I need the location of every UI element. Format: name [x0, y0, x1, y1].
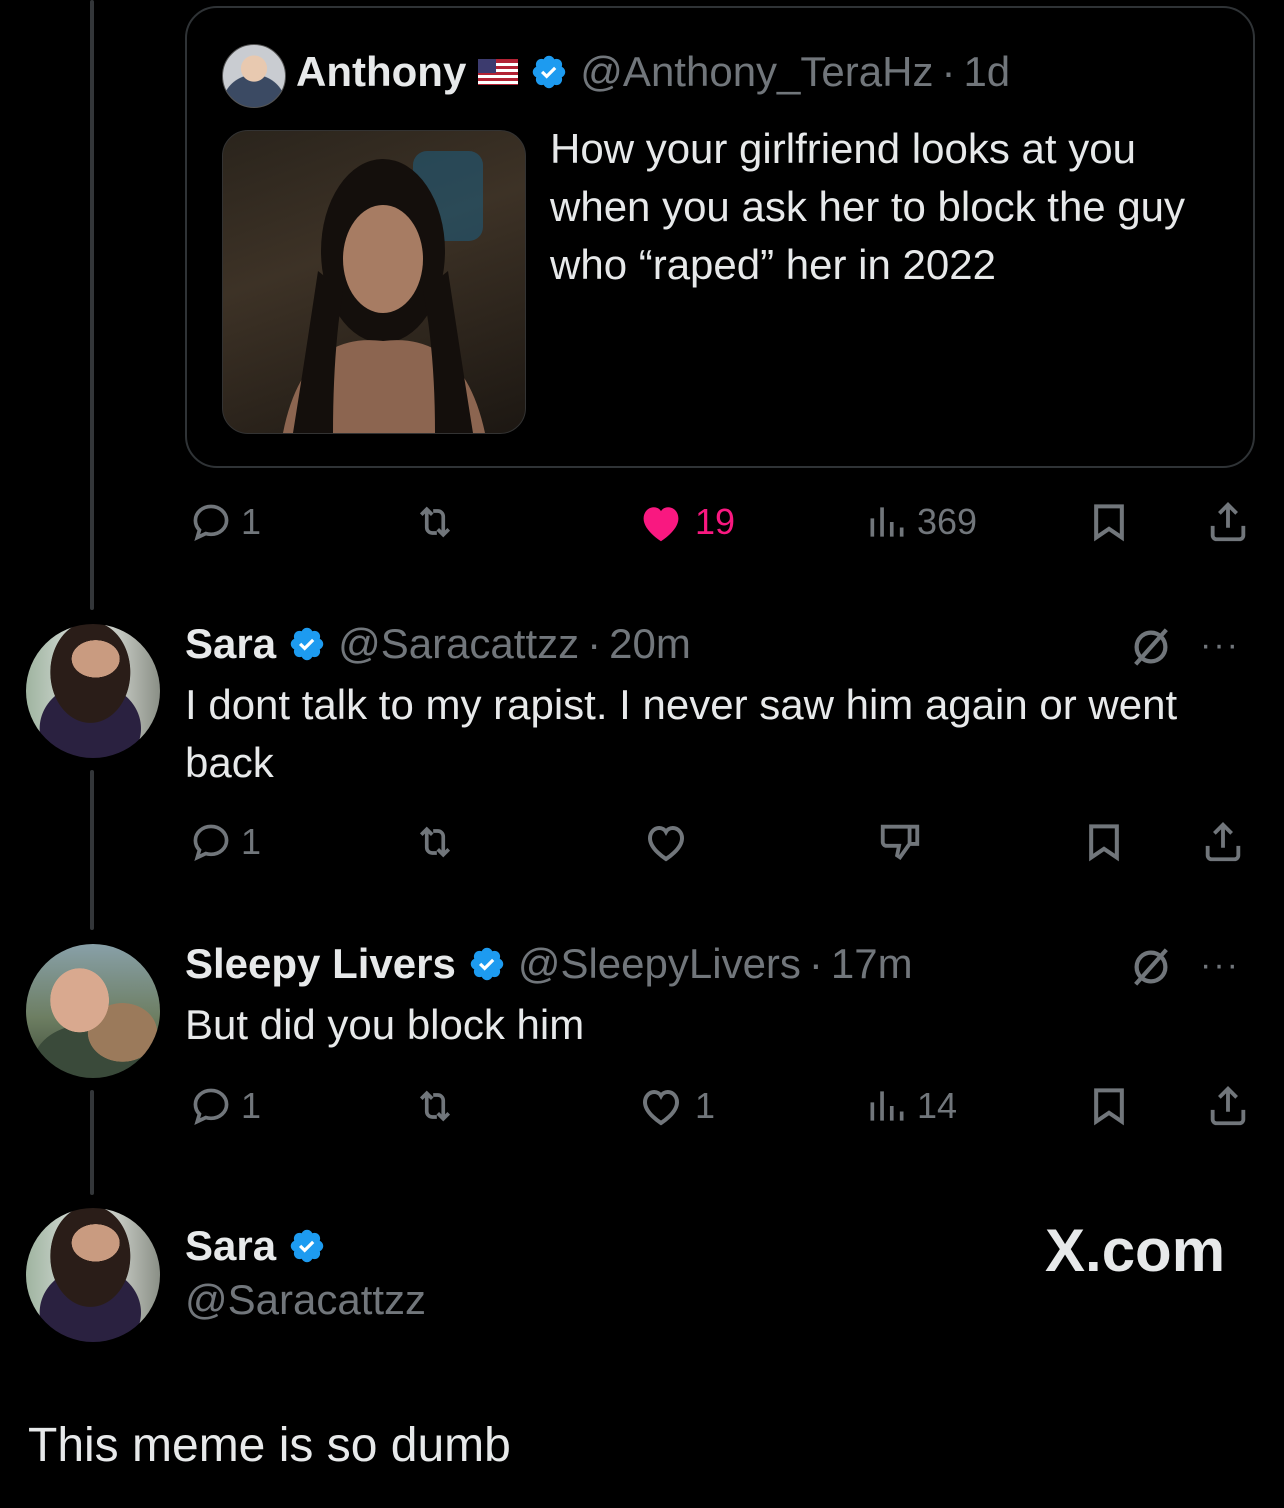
author-handle[interactable]: @Anthony_TeraHz	[580, 48, 933, 96]
like-button[interactable]	[640, 812, 692, 872]
separator-dot: ·	[587, 620, 602, 667]
avatar[interactable]	[26, 624, 160, 758]
tweet-text: I dont talk to my rapist. I never saw hi…	[185, 681, 1178, 786]
tweet-text: But did you block him	[185, 1001, 585, 1048]
reply-icon	[193, 504, 229, 542]
meme-image[interactable]	[222, 130, 526, 434]
views-count: 369	[917, 501, 978, 542]
like-button[interactable]: 19	[635, 492, 735, 552]
bookmark-button[interactable]	[1087, 1076, 1131, 1136]
repost-icon	[419, 1090, 451, 1122]
author-handle[interactable]: @SleepyLivers	[518, 940, 801, 988]
share-button[interactable]	[1200, 812, 1246, 872]
repost-icon	[419, 826, 451, 858]
repost-icon	[419, 506, 451, 538]
grok-icon[interactable]	[1128, 624, 1174, 670]
avatar[interactable]	[222, 44, 286, 108]
views-chart-icon	[870, 507, 904, 537]
views-button[interactable]: 14	[865, 1076, 957, 1136]
repost-button[interactable]	[410, 492, 460, 552]
author-handle[interactable]: @Saracattzz	[185, 1276, 426, 1324]
share-icon	[1205, 822, 1241, 862]
quoted-tweet-header: Anthony @Anthony_TeraHz · 1d	[296, 48, 1010, 96]
tweet-action-bar: 1	[185, 812, 1260, 872]
timestamp[interactable]: 1d	[963, 48, 1010, 96]
quoted-tweet-text: How your girlfriend looks at you when yo…	[550, 125, 1186, 288]
verified-badge-icon	[533, 55, 566, 89]
bookmark-icon	[1094, 1088, 1124, 1126]
reply-button[interactable]: 1	[189, 492, 261, 552]
views-chart-icon	[870, 1091, 904, 1121]
share-icon	[1210, 1086, 1246, 1126]
reply-button[interactable]: 1	[189, 812, 261, 872]
author-handle[interactable]: @Saracattzz	[338, 620, 579, 668]
repost-button[interactable]	[410, 812, 460, 872]
like-button[interactable]: 1	[635, 1076, 715, 1136]
heart-filled-icon	[643, 507, 679, 542]
bookmark-icon	[1089, 824, 1119, 862]
thread-line	[90, 770, 94, 930]
avatar[interactable]	[26, 1208, 160, 1342]
site-watermark: X.com	[1045, 1217, 1226, 1284]
more-options-icon[interactable]: ···	[1200, 626, 1240, 665]
meme-photo	[283, 151, 485, 433]
tweet-action-bar: 1 1 14	[185, 1076, 1260, 1136]
author-name[interactable]: Sara	[185, 620, 276, 668]
share-icon	[1210, 502, 1246, 542]
heart-icon	[647, 825, 685, 862]
author-name[interactable]: Anthony	[296, 48, 466, 96]
author-name[interactable]: Sara	[185, 1222, 276, 1270]
reply-button[interactable]: 1	[189, 1076, 261, 1136]
reply-count: 1	[241, 1085, 262, 1126]
thumbs-down-icon	[880, 824, 920, 860]
share-button[interactable]	[1205, 492, 1251, 552]
like-count: 19	[695, 501, 736, 542]
separator-dot: ·	[808, 940, 823, 987]
downvote-button[interactable]	[875, 812, 925, 872]
avatar[interactable]	[26, 944, 160, 1078]
views-button[interactable]: 369	[865, 492, 977, 552]
heart-icon	[642, 1089, 680, 1126]
reply-count: 1	[241, 821, 262, 862]
timestamp[interactable]: 17m	[831, 940, 913, 988]
timestamp[interactable]: 20m	[609, 620, 691, 668]
verified-badge-icon	[470, 947, 504, 981]
bookmark-button[interactable]	[1087, 492, 1131, 552]
grok-icon[interactable]	[1128, 944, 1174, 990]
separator-dot: ·	[941, 48, 956, 95]
bookmark-icon	[1094, 504, 1124, 542]
tweet-header: Sara @Saracattzz · 20m	[185, 620, 691, 668]
post-text: This meme is so dumb	[28, 1419, 511, 1472]
verified-badge-icon	[290, 1229, 324, 1263]
reply-icon	[193, 824, 229, 862]
post-author-header: Sara	[185, 1222, 326, 1270]
verified-badge-icon	[290, 627, 324, 661]
reply-icon	[193, 1088, 229, 1126]
reply-count: 1	[241, 501, 262, 542]
thread-line	[90, 1090, 94, 1195]
repost-button[interactable]	[410, 1076, 460, 1136]
views-count: 14	[917, 1085, 958, 1126]
thread-line	[90, 0, 94, 610]
tweet-header: Sleepy Livers @SleepyLivers · 17m	[185, 940, 913, 988]
bookmark-button[interactable]	[1082, 812, 1126, 872]
us-flag-icon	[478, 59, 519, 85]
share-button[interactable]	[1205, 1076, 1251, 1136]
like-count: 1	[695, 1085, 716, 1126]
more-options-icon[interactable]: ···	[1200, 946, 1240, 985]
tweet-action-bar: 1 19 369	[185, 492, 1260, 552]
author-name[interactable]: Sleepy Livers	[185, 940, 456, 988]
